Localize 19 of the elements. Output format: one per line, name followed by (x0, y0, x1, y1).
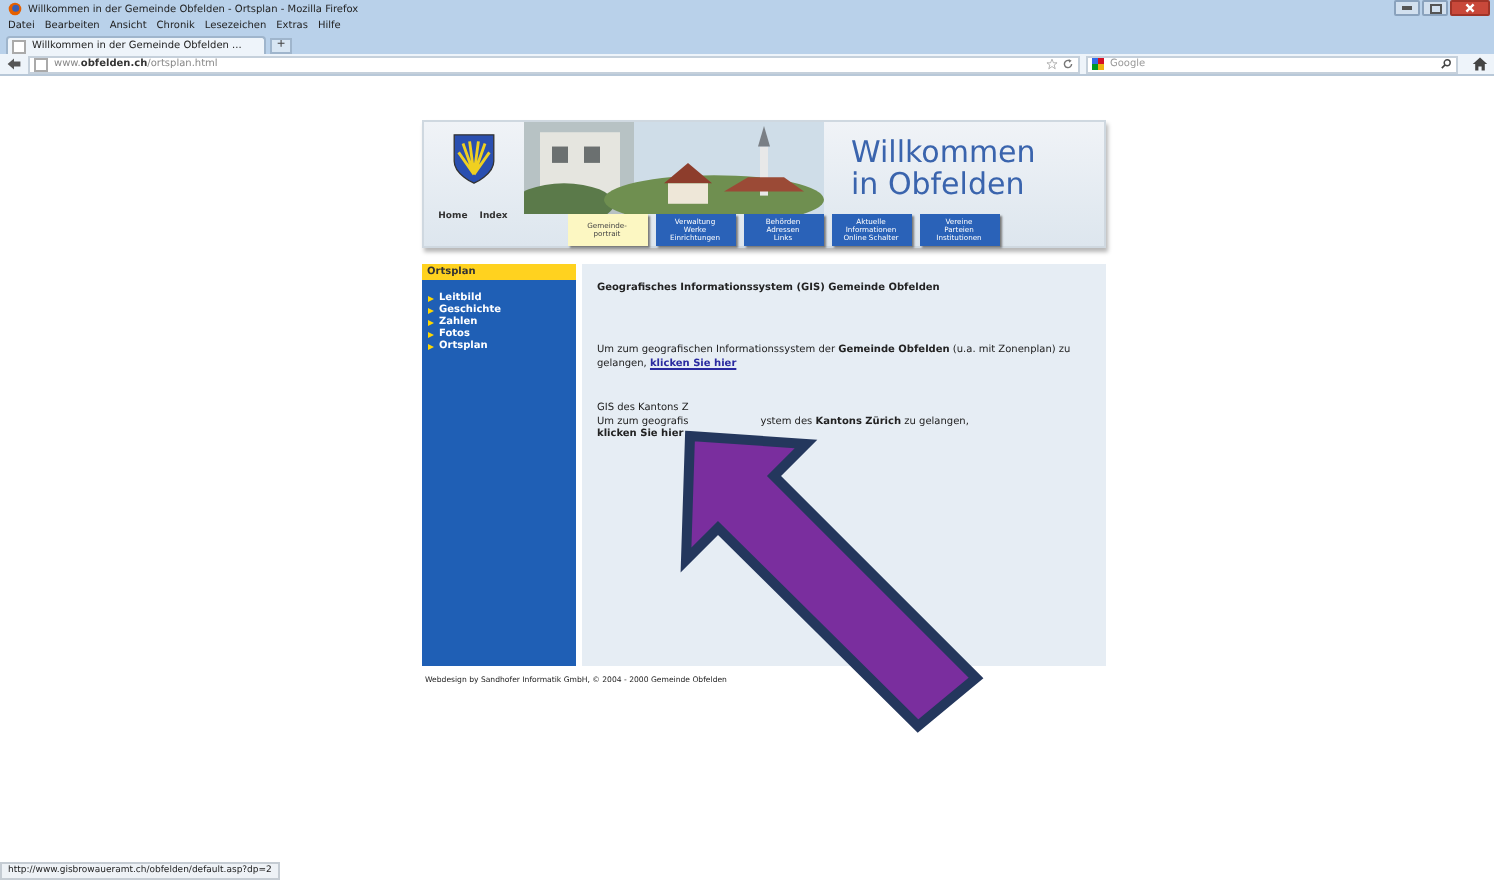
home-icon[interactable] (1472, 56, 1488, 72)
bullet-icon (427, 343, 433, 349)
bullet-icon (427, 331, 433, 337)
reload-icon[interactable] (1062, 58, 1074, 70)
coat-of-arms-icon (451, 132, 495, 186)
search-icon[interactable] (1440, 58, 1452, 70)
bullet-icon (427, 307, 433, 313)
search-engine-icon[interactable] (1092, 58, 1104, 70)
site-title: Willkommen (851, 136, 1038, 168)
close-button[interactable] (1450, 0, 1490, 16)
browser-logo-icon (8, 2, 22, 16)
minimize-button[interactable] (1394, 0, 1420, 16)
back-icon[interactable] (6, 56, 22, 72)
bookmark-star-icon[interactable] (1046, 58, 1058, 70)
maximize-button[interactable] (1422, 0, 1448, 16)
close-icon (1464, 2, 1476, 14)
bullet-icon (427, 295, 433, 301)
site-title: in Obfelden (851, 168, 1027, 200)
bullet-icon (427, 319, 433, 325)
